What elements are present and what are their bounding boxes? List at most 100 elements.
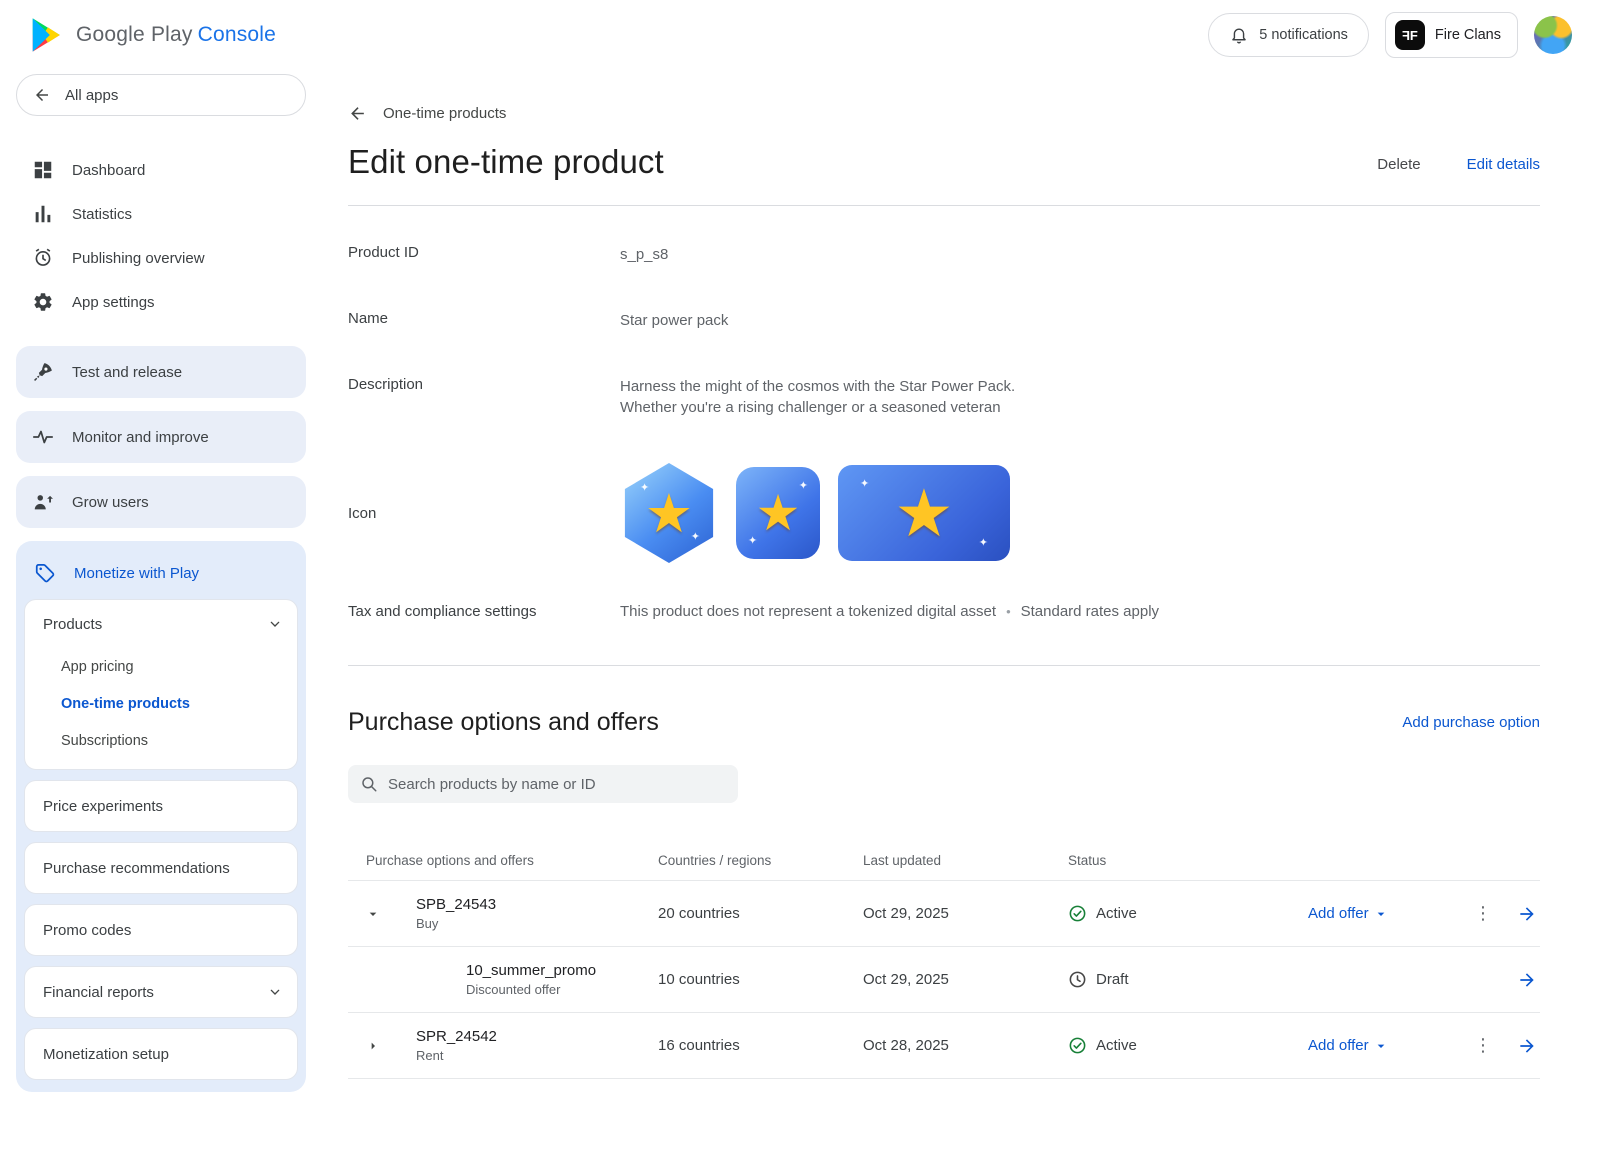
- statistics-icon: [32, 203, 54, 225]
- sidebar-item-price-experiments[interactable]: Price experiments: [24, 780, 298, 832]
- avatar[interactable]: [1534, 16, 1572, 54]
- notifications-label: 5 notifications: [1259, 27, 1348, 43]
- collapse-row-button[interactable]: [365, 906, 381, 922]
- purchase-options-table: Purchase options and offers Countries / …: [348, 841, 1540, 1079]
- sidebar-item-test-and-release[interactable]: Test and release: [16, 346, 306, 398]
- edit-details-button[interactable]: Edit details: [1467, 156, 1540, 173]
- pulse-icon: [32, 426, 54, 448]
- monetize-section: Monetize with Play Products App pricing …: [16, 541, 306, 1092]
- field-label: Name: [348, 310, 620, 331]
- sidebar-item-promo-codes[interactable]: Promo codes: [24, 904, 298, 956]
- sidebar-item-one-time-products[interactable]: One-time products: [25, 685, 297, 722]
- last-updated-cell: Oct 29, 2025: [863, 971, 1068, 988]
- tag-icon: [34, 562, 56, 584]
- table-row: SPR_24542 Rent 16 countries Oct 28, 2025…: [348, 1013, 1540, 1079]
- sidebar-item-publishing-overview[interactable]: Publishing overview: [16, 236, 306, 280]
- delete-button[interactable]: Delete: [1377, 156, 1420, 173]
- product-icon-banner: ★ ✦ ✦: [838, 465, 1010, 561]
- tax-value-1: This product does not represent a tokeni…: [620, 603, 996, 620]
- purchase-option-id: SPB_24543: [416, 896, 658, 913]
- sidebar-item-grow-users[interactable]: Grow users: [16, 476, 306, 528]
- sidebar: All apps Dashboard Statistics: [0, 70, 322, 1112]
- field-tax-compliance: Tax and compliance settings This product…: [348, 603, 1540, 620]
- open-row-button[interactable]: [1513, 904, 1540, 924]
- expand-row-button[interactable]: [365, 1038, 381, 1054]
- countries-cell: 20 countries: [658, 905, 863, 922]
- app-monogram-icon: FF: [1395, 20, 1425, 50]
- notifications-button[interactable]: 5 notifications: [1208, 13, 1369, 57]
- sidebar-item-subscriptions[interactable]: Subscriptions: [25, 722, 297, 759]
- kebab-menu-button[interactable]: ⋮: [1453, 903, 1513, 924]
- purchase-option-type: Rent: [416, 1048, 658, 1063]
- sidebar-item-monitor-and-improve[interactable]: Monitor and improve: [16, 411, 306, 463]
- divider: [348, 665, 1540, 666]
- caret-down-icon: [1373, 1038, 1389, 1054]
- kebab-menu-button[interactable]: ⋮: [1453, 1035, 1513, 1056]
- back-arrow-icon[interactable]: [348, 104, 367, 123]
- table-header: Purchase options and offers Countries / …: [348, 841, 1540, 881]
- divider: [348, 205, 1540, 206]
- brand-console: Console: [198, 23, 276, 46]
- dashboard-icon: [32, 159, 54, 181]
- add-offer-button[interactable]: Add offer: [1308, 1037, 1453, 1054]
- field-value: s_p_s8: [620, 244, 668, 265]
- brand: Google PlayConsole: [28, 16, 276, 54]
- field-description: Description Harness the might of the cos…: [348, 376, 1540, 418]
- field-icon: Icon ★ ✦ ✦ ★ ✦ ✦ ★ ✦ ✦: [348, 463, 1540, 563]
- search-box: [348, 765, 738, 803]
- open-row-button[interactable]: [1513, 1036, 1540, 1056]
- field-label: Description: [348, 376, 620, 418]
- breadcrumb: One-time products: [348, 104, 1540, 123]
- breadcrumb-label[interactable]: One-time products: [383, 105, 506, 122]
- gear-icon: [32, 291, 54, 313]
- section-title: Purchase options and offers: [348, 708, 659, 737]
- sidebar-item-app-settings[interactable]: App settings: [16, 280, 306, 324]
- field-label: Icon: [348, 505, 620, 522]
- google-play-logo-icon: [28, 16, 66, 54]
- rocket-icon: [32, 361, 54, 383]
- sidebar-item-financial-reports[interactable]: Financial reports: [24, 966, 298, 1018]
- check-circle-icon: [1068, 1036, 1087, 1055]
- all-apps-button[interactable]: All apps: [16, 74, 306, 116]
- purchase-option-id: SPR_24542: [416, 1028, 658, 1045]
- product-icon-square: ★ ✦ ✦: [736, 467, 820, 559]
- brand-google: Google Play: [76, 23, 193, 46]
- sidebar-item-monetization-setup[interactable]: Monetization setup: [24, 1028, 298, 1080]
- products-card: Products App pricing One-time products S…: [24, 599, 298, 770]
- add-offer-button[interactable]: Add offer: [1308, 905, 1453, 922]
- sidebar-item-statistics[interactable]: Statistics: [16, 192, 306, 236]
- sidebar-item-dashboard[interactable]: Dashboard: [16, 148, 306, 192]
- field-product-id: Product ID s_p_s8: [348, 244, 1540, 265]
- brand-text: Google PlayConsole: [76, 23, 276, 47]
- sidebar-item-monetize-with-play[interactable]: Monetize with Play: [24, 547, 298, 599]
- add-purchase-option-button[interactable]: Add purchase option: [1402, 714, 1540, 731]
- caret-down-icon: [365, 906, 381, 922]
- status-badge: Active: [1068, 904, 1308, 923]
- field-label: Tax and compliance settings: [348, 603, 620, 620]
- back-arrow-icon: [33, 86, 51, 104]
- chevron-down-icon: [267, 984, 283, 1000]
- caret-right-icon: [365, 1038, 381, 1054]
- page-title: Edit one-time product: [348, 143, 664, 181]
- sidebar-item-products[interactable]: Products: [25, 600, 297, 648]
- search-icon: [360, 775, 378, 793]
- clock-icon: [1068, 970, 1087, 989]
- chevron-down-icon: [267, 616, 283, 632]
- tax-value-2: Standard rates apply: [1021, 603, 1159, 620]
- sidebar-item-app-pricing[interactable]: App pricing: [25, 648, 297, 685]
- search-input[interactable]: [388, 776, 726, 793]
- app-name: Fire Clans: [1435, 27, 1501, 43]
- bell-icon: [1229, 25, 1249, 45]
- publishing-overview-icon: [32, 247, 54, 269]
- status-badge: Active: [1068, 1036, 1308, 1055]
- offer-type: Discounted offer: [466, 982, 658, 997]
- open-row-button[interactable]: [1513, 970, 1540, 990]
- product-icon-hexagon: ★ ✦ ✦: [620, 463, 718, 563]
- field-value: Harness the might of the cosmos with the…: [620, 376, 1015, 418]
- app-switcher-chip[interactable]: FF Fire Clans: [1385, 12, 1518, 58]
- sidebar-item-purchase-recommendations[interactable]: Purchase recommendations: [24, 842, 298, 894]
- field-name: Name Star power pack: [348, 310, 1540, 331]
- arrow-right-icon: [1517, 970, 1537, 990]
- countries-cell: 10 countries: [658, 971, 863, 988]
- table-row-child: 10_summer_promo Discounted offer 10 coun…: [348, 947, 1540, 1013]
